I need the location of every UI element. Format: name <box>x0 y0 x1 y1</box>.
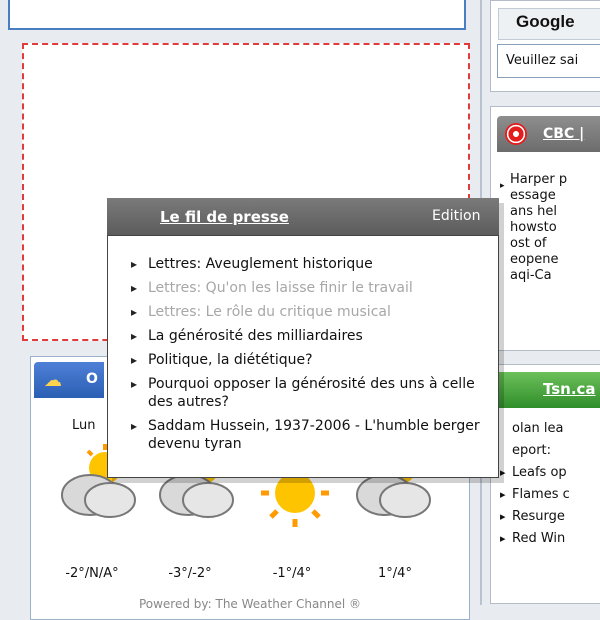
weather-header-title[interactable]: O <box>86 371 98 387</box>
tsn-title-link[interactable]: Tsn.ca <box>543 380 596 398</box>
press-feed-item[interactable]: Pourquoi opposer la générosité des uns à… <box>128 375 493 411</box>
google-search-input[interactable]: Veuillez sai <box>497 44 600 78</box>
press-feed-item[interactable]: Lettres: Aveuglement historique <box>128 255 493 273</box>
cbc-news-item[interactable]: eopene <box>500 252 600 268</box>
press-feed-item[interactable]: Lettres: Qu'on les laisse finir le trava… <box>128 279 493 297</box>
weather-day-label: Lun <box>72 418 96 433</box>
cbc-news-item[interactable]: Harper p <box>500 172 600 194</box>
tsn-news-item[interactable]: Leafs op <box>500 462 600 484</box>
press-feed-list: Lettres: Aveuglement historique Lettres:… <box>128 255 493 459</box>
cbc-title-link[interactable]: CBC | <box>543 126 584 142</box>
press-feed-item[interactable]: Saddam Hussein, 1937-2006 - L'humble ber… <box>128 417 493 453</box>
weather-powered-by[interactable]: Powered by: The Weather Channel ® <box>30 597 470 611</box>
press-feed-edit-link[interactable]: Edition <box>432 208 480 224</box>
tsn-news-item[interactable]: Red Win <box>500 528 600 550</box>
weather-temp: -2°/N/A° <box>65 566 119 581</box>
press-feed-title-link[interactable]: Le fil de presse <box>160 208 289 226</box>
press-feed-item[interactable]: Lettres: Le rôle du critique musical <box>128 303 493 321</box>
tsn-news-item[interactable]: eport: <box>500 440 600 462</box>
weather-temp: -1°/4° <box>272 566 312 581</box>
cbc-news-item[interactable]: aqi-Ca <box>500 268 600 284</box>
cbc-news-item[interactable]: howsto <box>500 220 600 236</box>
tsn-news-list: olan lea eport: Leafs op Flames c Resurg… <box>500 418 600 550</box>
cbc-news-list: Harper p essage ans hel howsto ost of eo… <box>500 172 600 284</box>
cbc-news-item[interactable]: ans hel <box>500 204 600 220</box>
google-title: Google <box>516 12 575 31</box>
weather-temp: -3°/-2° <box>168 566 212 581</box>
weather-temp: 1°/4° <box>378 566 412 581</box>
press-feed-item[interactable]: Politique, la diététique? <box>128 351 493 369</box>
tsn-news-item[interactable]: olan lea <box>500 418 600 440</box>
top-left-panel <box>8 0 466 30</box>
cbc-news-item-cont[interactable]: essage <box>500 188 600 204</box>
tsn-news-item[interactable]: Resurge <box>500 506 600 528</box>
weather-header-icon: ☁ <box>44 370 62 391</box>
press-feed-item[interactable]: La générosité des milliardaires <box>128 327 493 345</box>
cbc-news-item[interactable]: ost of <box>500 236 600 252</box>
tsn-news-item[interactable]: Flames c <box>500 484 600 506</box>
cbc-logo-icon <box>505 123 527 145</box>
